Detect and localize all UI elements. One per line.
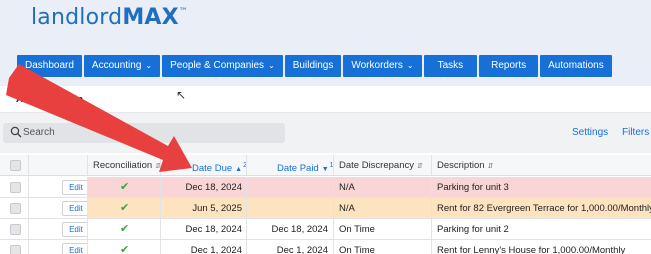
select-cell: [0, 240, 29, 254]
edit-cell: Edit: [29, 240, 88, 254]
date-discrepancy-cell: N/A: [334, 198, 432, 218]
reconciliation-cell: ✔: [88, 219, 161, 239]
logo[interactable]: landlordMAX™: [31, 5, 188, 30]
edit-button[interactable]: Edit: [62, 180, 87, 195]
table-row[interactable]: Edit ✔ Jun 5, 2025 N/A Rent for 82 Everg…: [0, 198, 651, 219]
nav-label: Buildings: [292, 60, 334, 71]
date-discrepancy-cell: On Time: [334, 240, 432, 254]
description-cell: Parking for unit 3: [432, 177, 651, 197]
nav-buildings[interactable]: Buildings: [284, 55, 342, 77]
logo-text-bold: MAX: [122, 5, 179, 30]
logo-text-light: landlord: [31, 5, 123, 30]
header-date-paid[interactable]: Date Paid ▼1: [247, 155, 334, 175]
search-placeholder: Search: [23, 127, 55, 138]
date-due-cell: Dec 18, 2024: [161, 177, 247, 197]
main-nav: Dashboard Accounting ⌄ People & Companies…: [17, 55, 614, 77]
search-input[interactable]: Search: [3, 123, 285, 143]
nav-label: Tasks: [437, 60, 464, 71]
nav-label: Automations: [548, 60, 604, 71]
nav-label: People & Companies: [170, 60, 265, 71]
date-due-cell: Dec 18, 2024: [161, 219, 247, 239]
date-paid-cell: [247, 177, 334, 197]
edit-button[interactable]: Edit: [62, 243, 87, 254]
date-paid-cell: [247, 198, 334, 218]
select-cell: [0, 198, 29, 218]
row-checkbox[interactable]: [10, 203, 21, 214]
nav-label: Accounting: [91, 60, 142, 71]
sort-icon: ⇵: [416, 163, 423, 170]
sort-descending-icon: ▼: [321, 166, 329, 174]
header-date-discrepancy[interactable]: Date Discrepancy ⇵: [334, 155, 432, 175]
header-reconciliation[interactable]: Reconciliation ⇵: [88, 155, 161, 175]
nav-label: Workorders: [351, 60, 403, 71]
mouse-cursor-icon: ↖: [176, 88, 187, 102]
chevron-down-icon: ⌄: [268, 61, 275, 70]
nav-accounting[interactable]: Accounting ⌄: [83, 55, 161, 77]
reconciliation-cell: ✔: [88, 177, 161, 197]
header-label: Reconciliation: [93, 160, 153, 171]
page-title-bar: Accounting En: [0, 86, 651, 113]
nav-reports[interactable]: Reports: [479, 55, 539, 77]
date-discrepancy-cell: N/A: [334, 177, 432, 197]
header-select-cell: [0, 155, 29, 175]
chevron-down-icon: ⌄: [406, 61, 414, 70]
nav-label: Dashboard: [25, 60, 74, 71]
header-description[interactable]: Description ⇵: [432, 155, 651, 175]
nav-automations[interactable]: Automations: [540, 55, 612, 77]
date-paid-cell: Dec 18, 2024: [247, 219, 334, 239]
chevron-down-icon: ⌄: [145, 61, 153, 70]
header-label: Date Paid: [277, 163, 319, 175]
description-cell: Rent for Lenny's House for 1,000.00/Mont…: [432, 240, 651, 254]
date-due-cell: Jun 5, 2025: [161, 198, 247, 218]
row-checkbox[interactable]: [10, 182, 21, 193]
reconciliation-cell: ✔: [88, 198, 161, 218]
select-all-checkbox[interactable]: [10, 160, 21, 171]
edit-cell: Edit: [29, 198, 88, 218]
toolbar: Search Settings Filters: [0, 113, 651, 153]
edit-button[interactable]: Edit: [62, 222, 87, 237]
table-row[interactable]: Edit ✔ Dec 1, 2024 Dec 1, 2024 On Time R…: [0, 240, 651, 254]
row-checkbox[interactable]: [10, 245, 21, 254]
table-row[interactable]: Edit ✔ Dec 18, 2024 N/A Parking for unit…: [0, 177, 651, 198]
nav-tasks[interactable]: Tasks: [423, 55, 478, 77]
table-header-row: Reconciliation ⇵ Date Due ▲2 Date Paid ▼1 D…: [0, 155, 651, 176]
page-title: Accounting En: [16, 94, 84, 105]
edit-button[interactable]: Edit: [62, 201, 87, 216]
nav-people-companies[interactable]: People & Companies ⌄: [162, 55, 283, 77]
sort-ascending-icon: ▲: [235, 166, 243, 174]
date-discrepancy-cell: On Time: [334, 219, 432, 239]
check-icon: ✔: [120, 244, 130, 254]
search-icon: [10, 126, 22, 138]
reconciliation-cell: ✔: [88, 240, 161, 254]
description-cell: Parking for unit 2: [432, 219, 651, 239]
header-date-due[interactable]: Date Due ▲2: [161, 155, 247, 175]
date-paid-cell: Dec 1, 2024: [247, 240, 334, 254]
check-icon: ✔: [120, 202, 130, 214]
check-icon: ✔: [120, 181, 130, 193]
description-cell: Rent for 82 Evergreen Terrace for 1,000.…: [432, 198, 651, 218]
header-label: Date Due: [192, 163, 233, 175]
sort-icon: ⇵: [487, 163, 494, 170]
header-label: Date Discrepancy: [339, 160, 414, 171]
date-due-cell: Dec 1, 2024: [161, 240, 247, 254]
nav-dashboard[interactable]: Dashboard: [17, 55, 82, 77]
header-edit-cell: [29, 155, 88, 175]
row-checkbox[interactable]: [10, 224, 21, 235]
select-cell: [0, 219, 29, 239]
edit-cell: Edit: [29, 219, 88, 239]
table-row[interactable]: Edit ✔ Dec 18, 2024 Dec 18, 2024 On Time…: [0, 219, 651, 240]
top-header: landlordMAX™ Dashboard Accounting ⌄ Peopl…: [0, 0, 651, 86]
check-icon: ✔: [120, 223, 130, 235]
nav-workorders[interactable]: Workorders ⌄: [343, 55, 422, 77]
header-label: Description: [437, 160, 485, 171]
trademark-mark: ™: [178, 7, 188, 17]
nav-label: Reports: [491, 60, 527, 71]
sort-order-number: 1: [329, 162, 334, 169]
edit-cell: Edit: [29, 177, 88, 197]
select-cell: [0, 177, 29, 197]
settings-link[interactable]: Settings: [572, 127, 608, 138]
filters-link[interactable]: Filters: [622, 127, 649, 138]
